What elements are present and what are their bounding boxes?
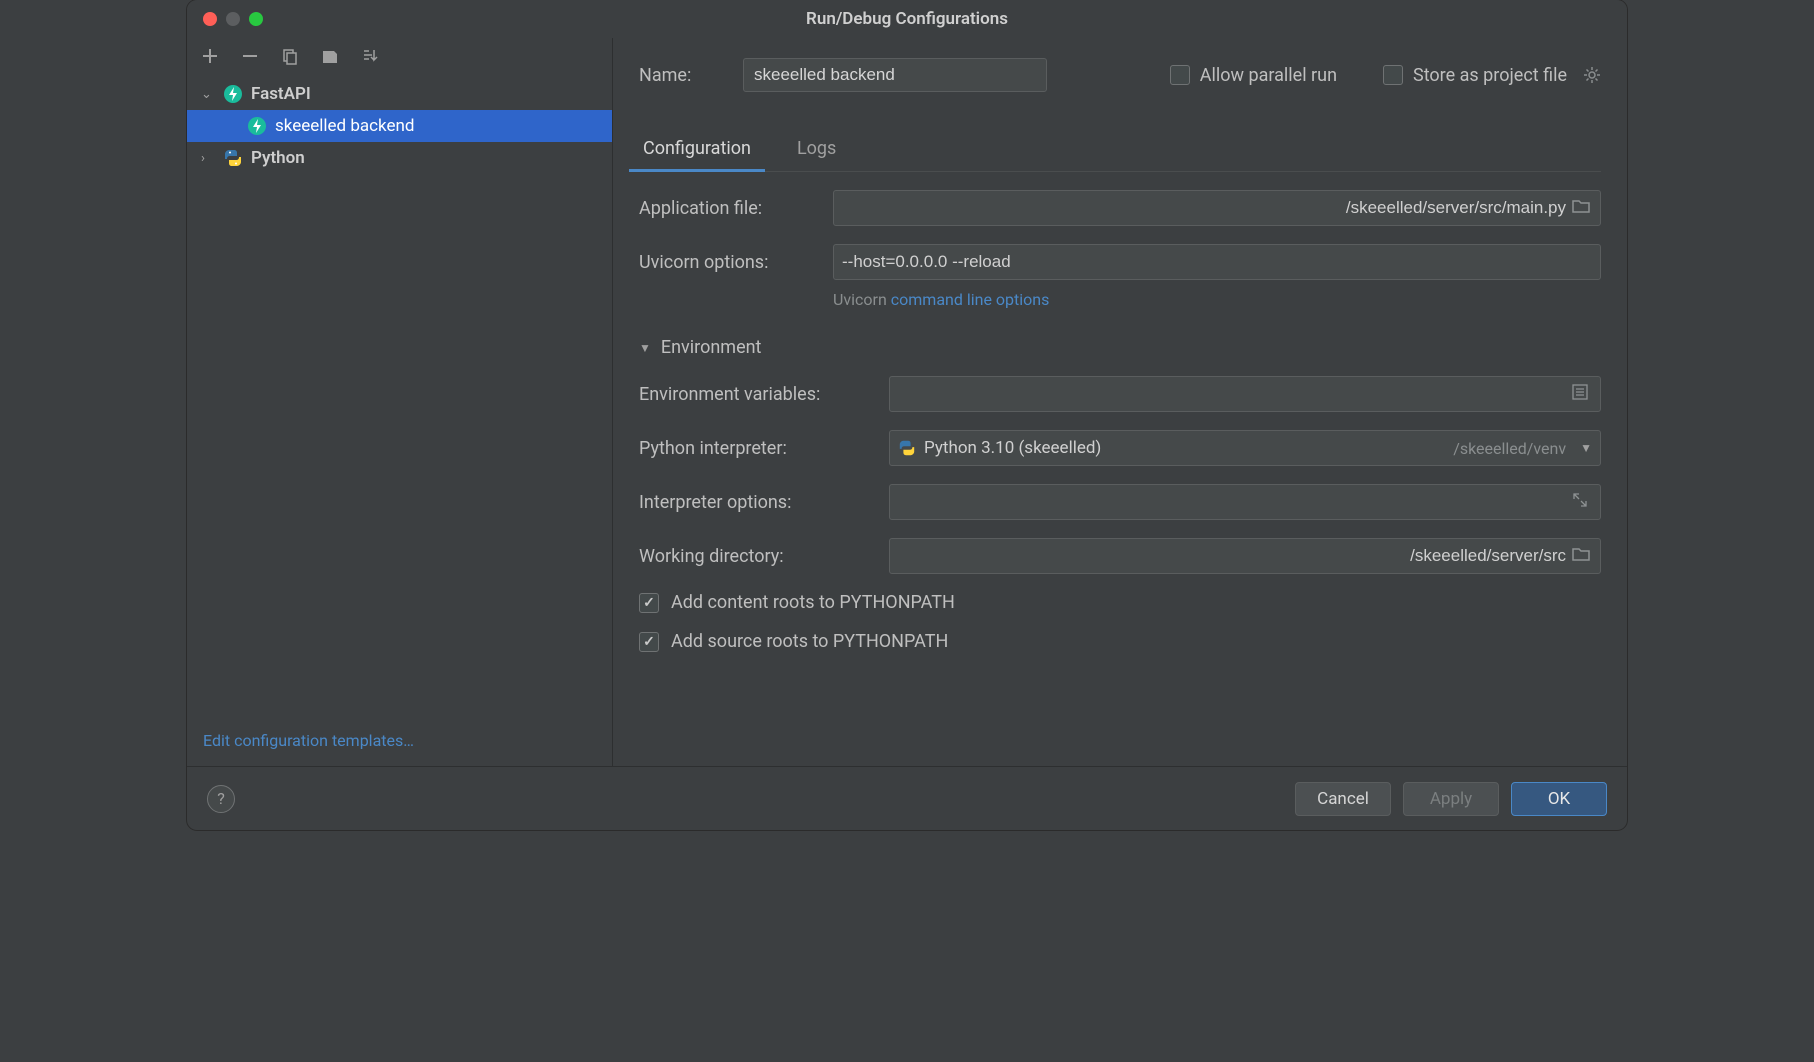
interpreter-dropdown[interactable]: Python 3.10 (skeeelled) /skeeelled/venv … <box>889 430 1601 466</box>
allow-parallel-checkbox[interactable]: Allow parallel run <box>1170 65 1337 86</box>
interpreter-path: /skeeelled/venv <box>1453 439 1566 458</box>
add-content-roots-checkbox[interactable]: Add content roots to PYTHONPATH <box>639 592 1601 613</box>
sidebar: ⌄ FastAPI skeeelled backend › <box>187 38 613 766</box>
titlebar: Run/Debug Configurations <box>187 0 1627 38</box>
add-content-roots-label: Add content roots to PYTHONPATH <box>671 592 955 613</box>
checkbox-icon <box>1383 65 1403 85</box>
application-file-input-wrap[interactable] <box>833 190 1601 226</box>
dialog-body: ⌄ FastAPI skeeelled backend › <box>187 38 1627 766</box>
checkbox-icon <box>1170 65 1190 85</box>
add-config-icon[interactable] <box>199 45 221 67</box>
tree-item-label: FastAPI <box>251 84 311 104</box>
tree-item-skeeelled-backend[interactable]: skeeelled backend <box>187 110 612 142</box>
interpreter-options-row: Interpreter options: <box>639 484 1601 520</box>
environment-section-label: Environment <box>661 337 762 358</box>
expand-icon[interactable] <box>1572 492 1592 512</box>
edit-templates-link[interactable]: Edit configuration templates… <box>203 731 414 750</box>
env-vars-input-wrap[interactable] <box>889 376 1601 412</box>
chevron-down-icon: ⌄ <box>201 87 215 102</box>
tree-item-python[interactable]: › Python <box>187 142 612 174</box>
name-input[interactable] <box>743 58 1047 92</box>
window-title: Run/Debug Configurations <box>187 9 1627 29</box>
working-directory-input-wrap[interactable] <box>889 538 1601 574</box>
env-vars-input[interactable] <box>898 384 1566 404</box>
environment-section-header[interactable]: ▼ Environment <box>639 337 1601 358</box>
uvicorn-options-input[interactable] <box>842 252 1592 272</box>
name-label: Name: <box>639 65 719 86</box>
python-icon <box>898 439 916 457</box>
tree-item-label: Python <box>251 148 305 168</box>
tab-configuration[interactable]: Configuration <box>639 130 755 171</box>
application-file-input[interactable] <box>842 198 1566 218</box>
checkbox-checked-icon <box>639 593 659 613</box>
cancel-button[interactable]: Cancel <box>1295 782 1391 816</box>
fastapi-icon <box>223 84 243 104</box>
add-source-roots-label: Add source roots to PYTHONPATH <box>671 631 948 652</box>
interpreter-options-label: Interpreter options: <box>639 492 875 513</box>
chevron-down-icon: ▼ <box>1580 441 1592 455</box>
python-icon <box>223 148 243 168</box>
top-row: Name: Allow parallel run Store as projec… <box>639 58 1601 92</box>
close-window-button[interactable] <box>203 12 217 26</box>
window-controls <box>187 12 263 26</box>
maximize-window-button[interactable] <box>249 12 263 26</box>
application-file-row: Application file: <box>639 190 1601 226</box>
uvicorn-hint-link[interactable]: command line options <box>891 290 1050 309</box>
env-vars-label: Environment variables: <box>639 384 875 405</box>
dialog-footer: ? Cancel Apply OK <box>187 766 1627 830</box>
gear-icon[interactable] <box>1583 66 1601 84</box>
working-directory-label: Working directory: <box>639 546 875 567</box>
interpreter-options-input[interactable] <box>898 492 1566 512</box>
folder-icon[interactable] <box>1572 546 1592 566</box>
allow-parallel-label: Allow parallel run <box>1200 65 1337 86</box>
working-directory-row: Working directory: <box>639 538 1601 574</box>
add-source-roots-checkbox[interactable]: Add source roots to PYTHONPATH <box>639 631 1601 652</box>
sidebar-toolbar <box>187 38 612 74</box>
interpreter-name: Python 3.10 (skeeelled) <box>924 438 1101 458</box>
uvicorn-options-label: Uvicorn options: <box>639 252 819 273</box>
minimize-window-button[interactable] <box>226 12 240 26</box>
copy-config-icon[interactable] <box>279 45 301 67</box>
working-directory-input[interactable] <box>898 546 1566 566</box>
store-as-file-checkbox[interactable]: Store as project file <box>1383 65 1601 86</box>
application-file-label: Application file: <box>639 198 819 219</box>
env-vars-row: Environment variables: <box>639 376 1601 412</box>
list-icon[interactable] <box>1572 384 1592 404</box>
sort-config-icon[interactable] <box>359 45 381 67</box>
tree-item-fastapi[interactable]: ⌄ FastAPI <box>187 78 612 110</box>
fastapi-icon <box>247 116 267 136</box>
tabs: Configuration Logs <box>639 130 1601 172</box>
config-tree: ⌄ FastAPI skeeelled backend › <box>187 74 612 721</box>
remove-config-icon[interactable] <box>239 45 261 67</box>
store-as-file-label: Store as project file <box>1413 65 1567 86</box>
apply-button[interactable]: Apply <box>1403 782 1499 816</box>
folder-icon[interactable] <box>1572 198 1592 218</box>
uvicorn-hint-prefix: Uvicorn <box>833 290 891 309</box>
uvicorn-options-row: Uvicorn options: <box>639 244 1601 280</box>
sidebar-footer: Edit configuration templates… <box>187 721 612 766</box>
uvicorn-options-input-wrap[interactable] <box>833 244 1601 280</box>
interpreter-label: Python interpreter: <box>639 438 875 459</box>
checkbox-checked-icon <box>639 632 659 652</box>
uvicorn-hint: Uvicorn command line options <box>833 290 1601 309</box>
tree-item-label: skeeelled backend <box>275 116 415 136</box>
main-panel: Name: Allow parallel run Store as projec… <box>613 38 1627 766</box>
ok-button[interactable]: OK <box>1511 782 1607 816</box>
help-button[interactable]: ? <box>207 785 235 813</box>
triangle-down-icon: ▼ <box>639 341 651 355</box>
dialog-window: Run/Debug Configurations <box>187 0 1627 830</box>
save-config-icon[interactable] <box>319 45 341 67</box>
tab-logs[interactable]: Logs <box>793 130 840 171</box>
tab-configuration-body: Application file: Uvicorn options: <box>639 172 1601 652</box>
chevron-right-icon: › <box>201 151 215 166</box>
interpreter-options-input-wrap[interactable] <box>889 484 1601 520</box>
interpreter-row: Python interpreter: Python 3.10 (skeeell… <box>639 430 1601 466</box>
